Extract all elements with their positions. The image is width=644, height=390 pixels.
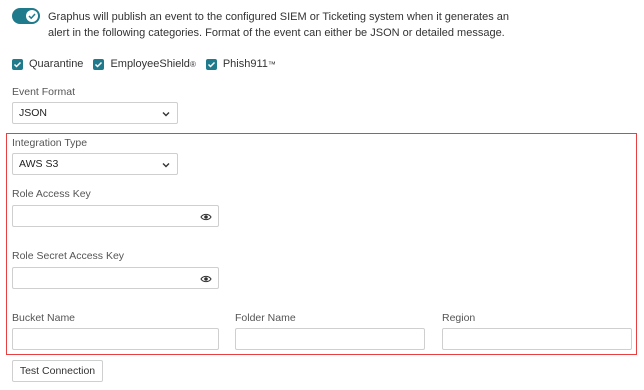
region-label: Region: [442, 312, 476, 324]
toggle-knob: [26, 10, 38, 22]
category-quarantine[interactable]: Quarantine: [12, 58, 83, 70]
category-phish911[interactable]: Phish911 ™: [205, 58, 276, 70]
bucket-name-label: Bucket Name: [12, 312, 76, 324]
checkmark-icon: [207, 61, 215, 68]
role-secret-access-key-input[interactable]: [12, 267, 219, 289]
publish-notice-text: Graphus will publish an event to the con…: [48, 11, 510, 39]
category-employeeshield[interactable]: EmployeeShield ®: [93, 58, 196, 70]
checkbox-phish911[interactable]: [205, 58, 217, 70]
toggle-check-icon: [28, 13, 36, 20]
publish-toggle[interactable]: [12, 8, 40, 24]
checkbox-quarantine[interactable]: [12, 58, 23, 70]
chevron-down-icon: [162, 112, 170, 117]
category-label: EmployeeShield: [110, 58, 190, 70]
checkbox-employeeshield[interactable]: [93, 58, 105, 70]
integration-type-select[interactable]: AWS S3: [12, 153, 178, 175]
integration-type-label: Integration Type: [12, 137, 88, 149]
region-input[interactable]: [442, 328, 632, 350]
role-access-key-input[interactable]: [12, 205, 219, 227]
chevron-down-icon: [162, 163, 170, 168]
trademark-mark: ™: [267, 59, 276, 69]
eye-icon[interactable]: [200, 211, 212, 223]
category-label: Phish911: [222, 58, 268, 70]
folder-name-label: Folder Name: [235, 312, 296, 324]
role-access-key-label: Role Access Key: [12, 188, 91, 200]
role-secret-access-key-label: Role Secret Access Key: [12, 250, 125, 262]
registered-mark: ®: [189, 59, 196, 69]
eye-icon[interactable]: [200, 273, 212, 285]
bucket-name-input[interactable]: [12, 328, 219, 350]
category-checkboxes: Quarantine EmployeeShield ® Phish911 ™: [12, 58, 286, 70]
checkmark-icon: [95, 61, 103, 68]
checkmark-icon: [13, 61, 22, 68]
category-label: Quarantine: [29, 58, 84, 70]
integration-type-value: AWS S3: [19, 158, 59, 170]
event-format-value: JSON: [19, 107, 48, 119]
event-format-select[interactable]: JSON: [12, 102, 178, 124]
folder-name-input[interactable]: [235, 328, 425, 350]
test-connection-button[interactable]: Test Connection: [12, 360, 103, 382]
event-format-label: Event Format: [12, 86, 76, 98]
